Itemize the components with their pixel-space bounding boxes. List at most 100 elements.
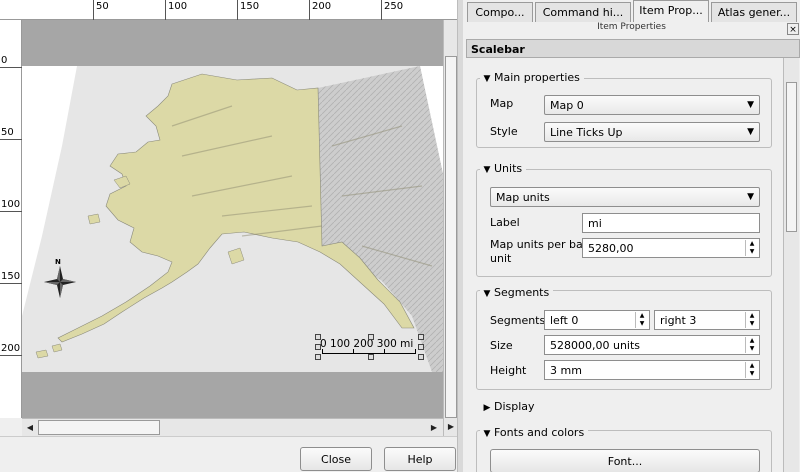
ruler-label: 150 [240,1,260,12]
spin-arrows-icon[interactable]: ▲ ▼ [745,362,758,378]
units-per-bar-spinbox[interactable]: 5280,00 ▲ ▼ [582,238,760,258]
chevron-down-icon: ▼ [483,429,491,439]
chevron-down-icon: ▼ [747,100,754,110]
scalebar-tick [353,349,354,354]
display-header[interactable]: ▶ Display [480,400,539,416]
scroll-left-arrow-icon[interactable]: ◀ [23,420,37,435]
units-per-bar-label: Map units per bar [490,238,588,251]
ruler-label: 200 [1,343,21,354]
resize-handle[interactable] [368,354,374,360]
map-select-value: Map 0 [550,99,584,112]
units-header[interactable]: ▼ Units [480,162,527,178]
ruler-label: 250 [384,1,404,12]
group-title: Display [494,400,535,413]
ruler-label: 100 [1,199,21,210]
dock-title: Item Properties [597,22,666,32]
close-icon[interactable]: × [787,23,799,35]
chevron-down-icon: ▼ [483,289,491,299]
chevron-right-icon: ▶ [483,403,491,413]
help-button[interactable]: Help [384,447,456,471]
chevron-down-icon: ▼ [747,127,754,137]
group-title: Main properties [494,71,580,84]
fonts-colors-header[interactable]: ▼ Fonts and colors [480,426,589,442]
segments-left-spinbox[interactable]: left 0 ▲ ▼ [544,310,650,330]
island [87,213,101,225]
canvas-horizontal-scrollbar[interactable]: ◀ ▶ [22,418,443,436]
map-label: Map [490,97,514,110]
dock-tab-bar: Compo... Command hi... Item Prop... Atla… [463,0,800,22]
scalebar-tick [322,349,323,354]
chevron-down-icon: ▼ [747,192,754,202]
scalebar-item[interactable]: 0 100 200 300 mi [315,334,424,360]
ruler-label: 50 [1,127,14,138]
scrollbar-thumb[interactable] [786,82,797,232]
segments-label: Segments [490,314,546,327]
main-properties-header[interactable]: ▼ Main properties [480,71,584,87]
alaska-map[interactable] [22,66,452,372]
item-properties-dock: Compo... Command hi... Item Prop... Atla… [463,0,800,472]
horizontal-ruler: 50 100 150 200 250 [0,0,457,20]
scroll-right-arrow-icon[interactable]: ▶ [427,420,441,435]
composer-canvas[interactable]: N 0 100 200 300 mi [22,20,457,418]
compass-icon [44,266,76,298]
font-button[interactable]: Font... [490,449,760,472]
section-title: Scalebar [466,39,800,58]
chevron-down-icon: ▼ [483,74,491,84]
style-select[interactable]: Line Ticks Up ▼ [544,122,760,142]
group-title: Segments [494,286,550,299]
size-spinbox[interactable]: 528000,00 units ▲ ▼ [544,335,760,355]
map-page[interactable]: N 0 100 200 300 mi [22,66,452,372]
units-select[interactable]: Map units ▼ [490,187,760,207]
chevron-down-icon: ▼ [483,165,491,175]
spinbox-value: 3 mm [550,364,582,377]
resize-handle[interactable] [315,354,321,360]
ruler-label: 50 [96,1,109,12]
spinbox-value: left 0 [550,314,579,327]
resize-handle[interactable] [418,354,424,360]
close-button[interactable]: Close [300,447,372,471]
tab-atlas-generation[interactable]: Atlas gener... [711,2,797,22]
size-label: Size [490,339,513,352]
ruler-label: 100 [168,1,188,12]
spin-arrows-icon[interactable]: ▲ ▼ [635,312,648,328]
tab-item-properties[interactable]: Item Prop... [633,0,709,22]
spinbox-value: 5280,00 [588,242,634,255]
spinbox-value: right 3 [660,314,697,327]
height-label: Height [490,364,527,377]
spin-arrows-icon[interactable]: ▲ ▼ [745,337,758,353]
properties-vertical-scrollbar[interactable] [783,58,799,472]
ruler-label: 200 [312,1,332,12]
canvas-vertical-scrollbar[interactable]: ▶ [443,20,457,436]
map-select[interactable]: Map 0 ▼ [544,95,760,115]
vertical-ruler: 0 50 100 150 200 [0,20,22,418]
segments-right-spinbox[interactable]: right 3 ▲ ▼ [654,310,760,330]
label-field-label: Label [490,216,520,229]
height-spinbox[interactable]: 3 mm ▲ ▼ [544,360,760,380]
units-select-value: Map units [496,191,550,204]
scrollbar-thumb[interactable] [445,56,457,418]
scroll-right-arrow-icon[interactable]: ▶ [444,419,458,434]
tab-composition[interactable]: Compo... [467,2,533,22]
style-select-value: Line Ticks Up [550,126,623,139]
resize-handle[interactable] [315,344,321,350]
units-per-bar-label-line2: unit [490,252,512,265]
resize-handle[interactable] [368,334,374,340]
group-title: Fonts and colors [494,426,585,439]
spin-arrows-icon[interactable]: ▲ ▼ [745,312,758,328]
scalebar-tick [384,349,385,354]
tab-command-history[interactable]: Command hi... [535,2,631,22]
segments-header[interactable]: ▼ Segments [480,286,554,302]
ruler-label: 150 [1,271,21,282]
scrollbar-thumb[interactable] [38,420,160,435]
resize-handle[interactable] [418,344,424,350]
dialog-button-bar: Close Help [0,436,457,472]
ruler-label: 0 [1,55,8,66]
resize-handle[interactable] [418,334,424,340]
label-input[interactable] [582,213,760,233]
spin-arrows-icon[interactable]: ▲ ▼ [745,240,758,256]
properties-panel[interactable]: ▼ Main properties Map Map 0 ▼ Style Line T… [466,58,800,472]
resize-handle[interactable] [315,334,321,340]
north-arrow[interactable]: N [44,258,76,306]
group-title: Units [494,162,523,175]
spinbox-value: 528000,00 units [550,339,641,352]
